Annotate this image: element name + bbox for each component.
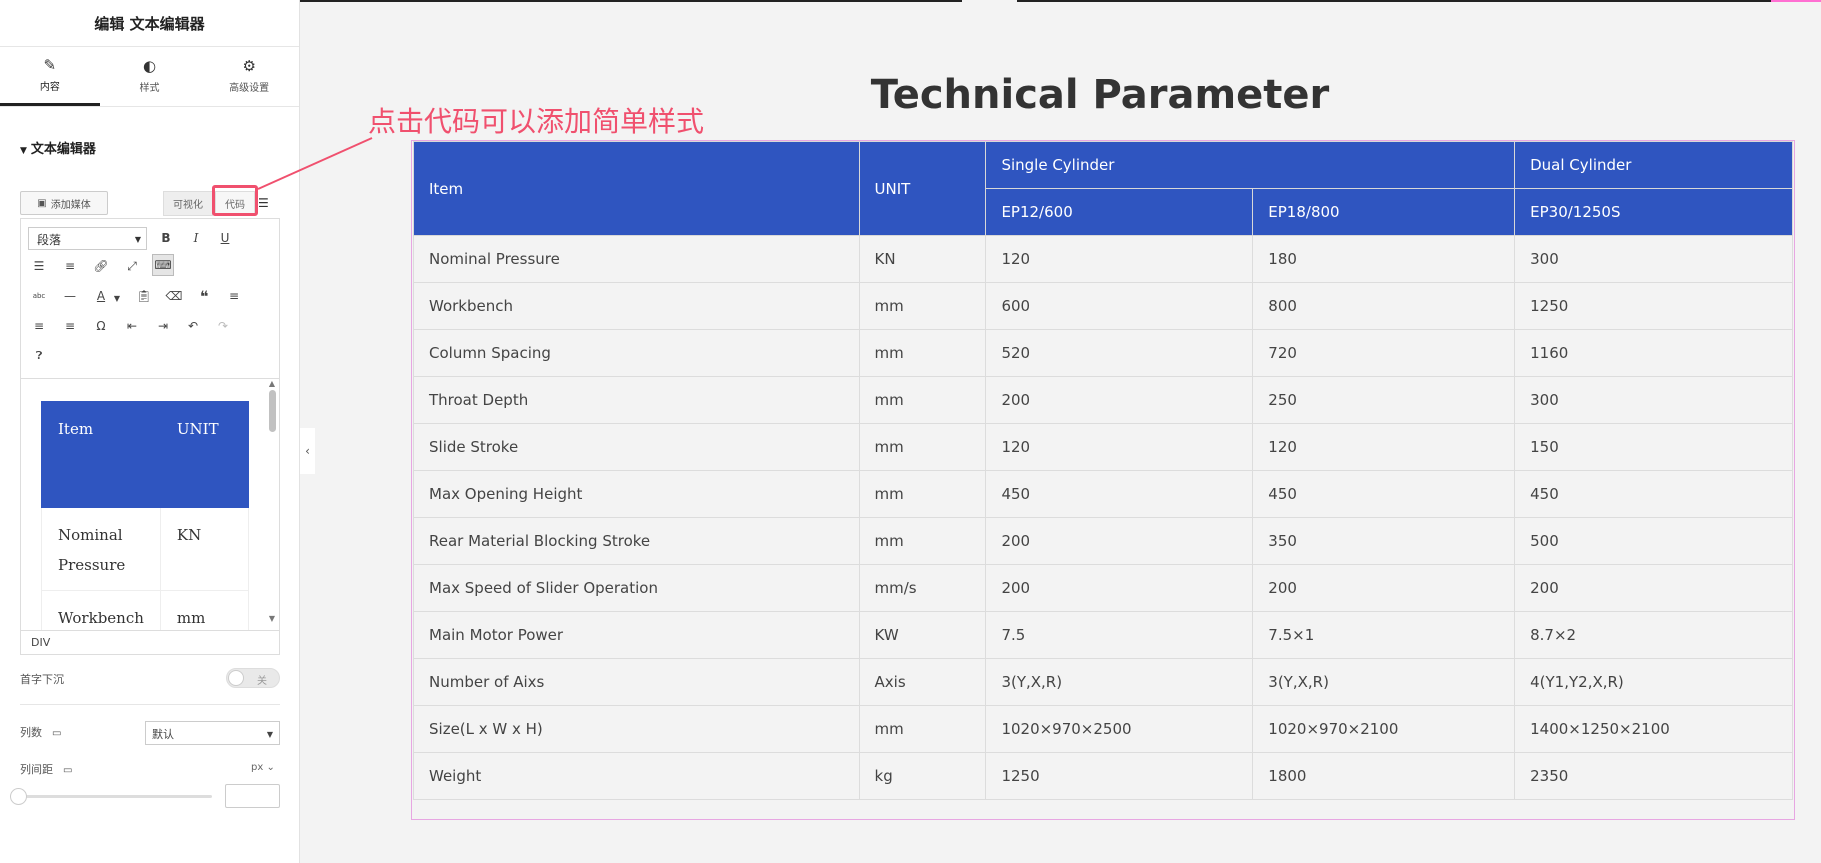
table-row: Rear Material Blocking Stroke mm 200 350 500 xyxy=(413,517,1793,565)
table-cell: KW xyxy=(858,611,987,659)
table-cell: Axis xyxy=(858,658,987,706)
page-title: Technical Parameter xyxy=(870,72,1330,118)
table-cell: 450 xyxy=(985,470,1254,518)
table-cell: 1020×970×2500 xyxy=(985,705,1254,753)
table-cell: 1020×970×2100 xyxy=(1252,705,1516,753)
table-cell: mm xyxy=(858,470,987,518)
header-model: EP18/800 xyxy=(1252,188,1516,236)
table-row: Max Opening Height mm 450 450 450 xyxy=(413,470,1793,518)
table-cell: 520 xyxy=(985,329,1254,377)
table-cell: 200 xyxy=(985,564,1254,612)
table-cell: Max Speed of Slider Operation xyxy=(413,564,860,612)
table-cell: 450 xyxy=(1514,470,1793,518)
parameter-table: Item UNIT Single Cylinder Dual Cylinder … xyxy=(413,141,1793,800)
table-cell: KN xyxy=(858,235,987,283)
table-body: Nominal Pressure KN 120 180 300 Workbench mm 60… xyxy=(413,235,1793,800)
table-cell: 120 xyxy=(1252,423,1516,471)
table-cell: 200 xyxy=(1252,564,1516,612)
table-cell: Max Opening Height xyxy=(413,470,860,518)
table-cell: 1250 xyxy=(1514,282,1793,330)
table-cell: kg xyxy=(858,752,987,800)
table-cell: Main Motor Power xyxy=(413,611,860,659)
table-cell: 600 xyxy=(985,282,1254,330)
table-cell: Weight xyxy=(413,752,860,800)
header-dual-cylinder: Dual Cylinder xyxy=(1514,141,1793,189)
table-header-row: Item UNIT Single Cylinder Dual Cylinder xyxy=(413,141,1793,236)
table-cell: mm xyxy=(858,329,987,377)
table-row: Weight kg 1250 1800 2350 xyxy=(413,752,1793,800)
table-cell: mm/s xyxy=(858,564,987,612)
table-cell: 1400×1250×2100 xyxy=(1514,705,1793,753)
table-cell: 3(Y,X,R) xyxy=(1252,658,1516,706)
table-cell: 350 xyxy=(1252,517,1516,565)
table-cell: 180 xyxy=(1252,235,1516,283)
table-cell: Number of Aixs xyxy=(413,658,860,706)
table-cell: mm xyxy=(858,376,987,424)
table-row: Size(L x W x H) mm 1020×970×2500 1020×970×2… xyxy=(413,705,1793,753)
table-cell: 300 xyxy=(1514,235,1793,283)
table-cell: 800 xyxy=(1252,282,1516,330)
table-cell: 4(Y1,Y2,X,R) xyxy=(1514,658,1793,706)
table-cell: 1160 xyxy=(1514,329,1793,377)
table-cell: 2350 xyxy=(1514,752,1793,800)
header-model: EP30/1250S xyxy=(1514,188,1793,236)
table-cell: Slide Stroke xyxy=(413,423,860,471)
table-cell: Nominal Pressure xyxy=(413,235,860,283)
table-cell: mm xyxy=(858,705,987,753)
table-row: Slide Stroke mm 120 120 150 xyxy=(413,423,1793,471)
table-cell: Column Spacing xyxy=(413,329,860,377)
table-row: Workbench mm 600 800 1250 xyxy=(413,282,1793,330)
table-cell: 720 xyxy=(1252,329,1516,377)
table-cell: 8.7×2 xyxy=(1514,611,1793,659)
table-row: Throat Depth mm 200 250 300 xyxy=(413,376,1793,424)
table-cell: 200 xyxy=(985,376,1254,424)
table-cell: 1250 xyxy=(985,752,1254,800)
table-cell: 7.5 xyxy=(985,611,1254,659)
table-row: Max Speed of Slider Operation mm/s 200 200 2… xyxy=(413,564,1793,612)
table-cell: 7.5×1 xyxy=(1252,611,1516,659)
table-cell: 500 xyxy=(1514,517,1793,565)
table-cell: mm xyxy=(858,517,987,565)
table-cell: 1800 xyxy=(1252,752,1516,800)
table-cell: Size(L x W x H) xyxy=(413,705,860,753)
table-cell: 150 xyxy=(1514,423,1793,471)
table-cell: mm xyxy=(858,423,987,471)
table-cell: Workbench xyxy=(413,282,860,330)
table-cell: Rear Material Blocking Stroke xyxy=(413,517,860,565)
table-cell: 450 xyxy=(1252,470,1516,518)
table-cell: 250 xyxy=(1252,376,1516,424)
table-cell: 300 xyxy=(1514,376,1793,424)
table-row: Main Motor Power KW 7.5 7.5×1 8.7×2 xyxy=(413,611,1793,659)
header-unit: UNIT xyxy=(858,141,987,236)
table-row: Nominal Pressure KN 120 180 300 xyxy=(413,235,1793,283)
table-cell: 200 xyxy=(1514,564,1793,612)
table-cell: 120 xyxy=(985,423,1254,471)
table-cell: 120 xyxy=(985,235,1254,283)
table-cell: 200 xyxy=(985,517,1254,565)
header-item: Item xyxy=(413,141,860,236)
table-cell: 3(Y,X,R) xyxy=(985,658,1254,706)
header-single-cylinder: Single Cylinder xyxy=(985,141,1516,189)
table-cell: mm xyxy=(858,282,987,330)
header-model: EP12/600 xyxy=(985,188,1254,236)
table-row: Number of Aixs Axis 3(Y,X,R) 3(Y,X,R) 4(Y1,Y… xyxy=(413,658,1793,706)
table-row: Column Spacing mm 520 720 1160 xyxy=(413,329,1793,377)
table-cell: Throat Depth xyxy=(413,376,860,424)
